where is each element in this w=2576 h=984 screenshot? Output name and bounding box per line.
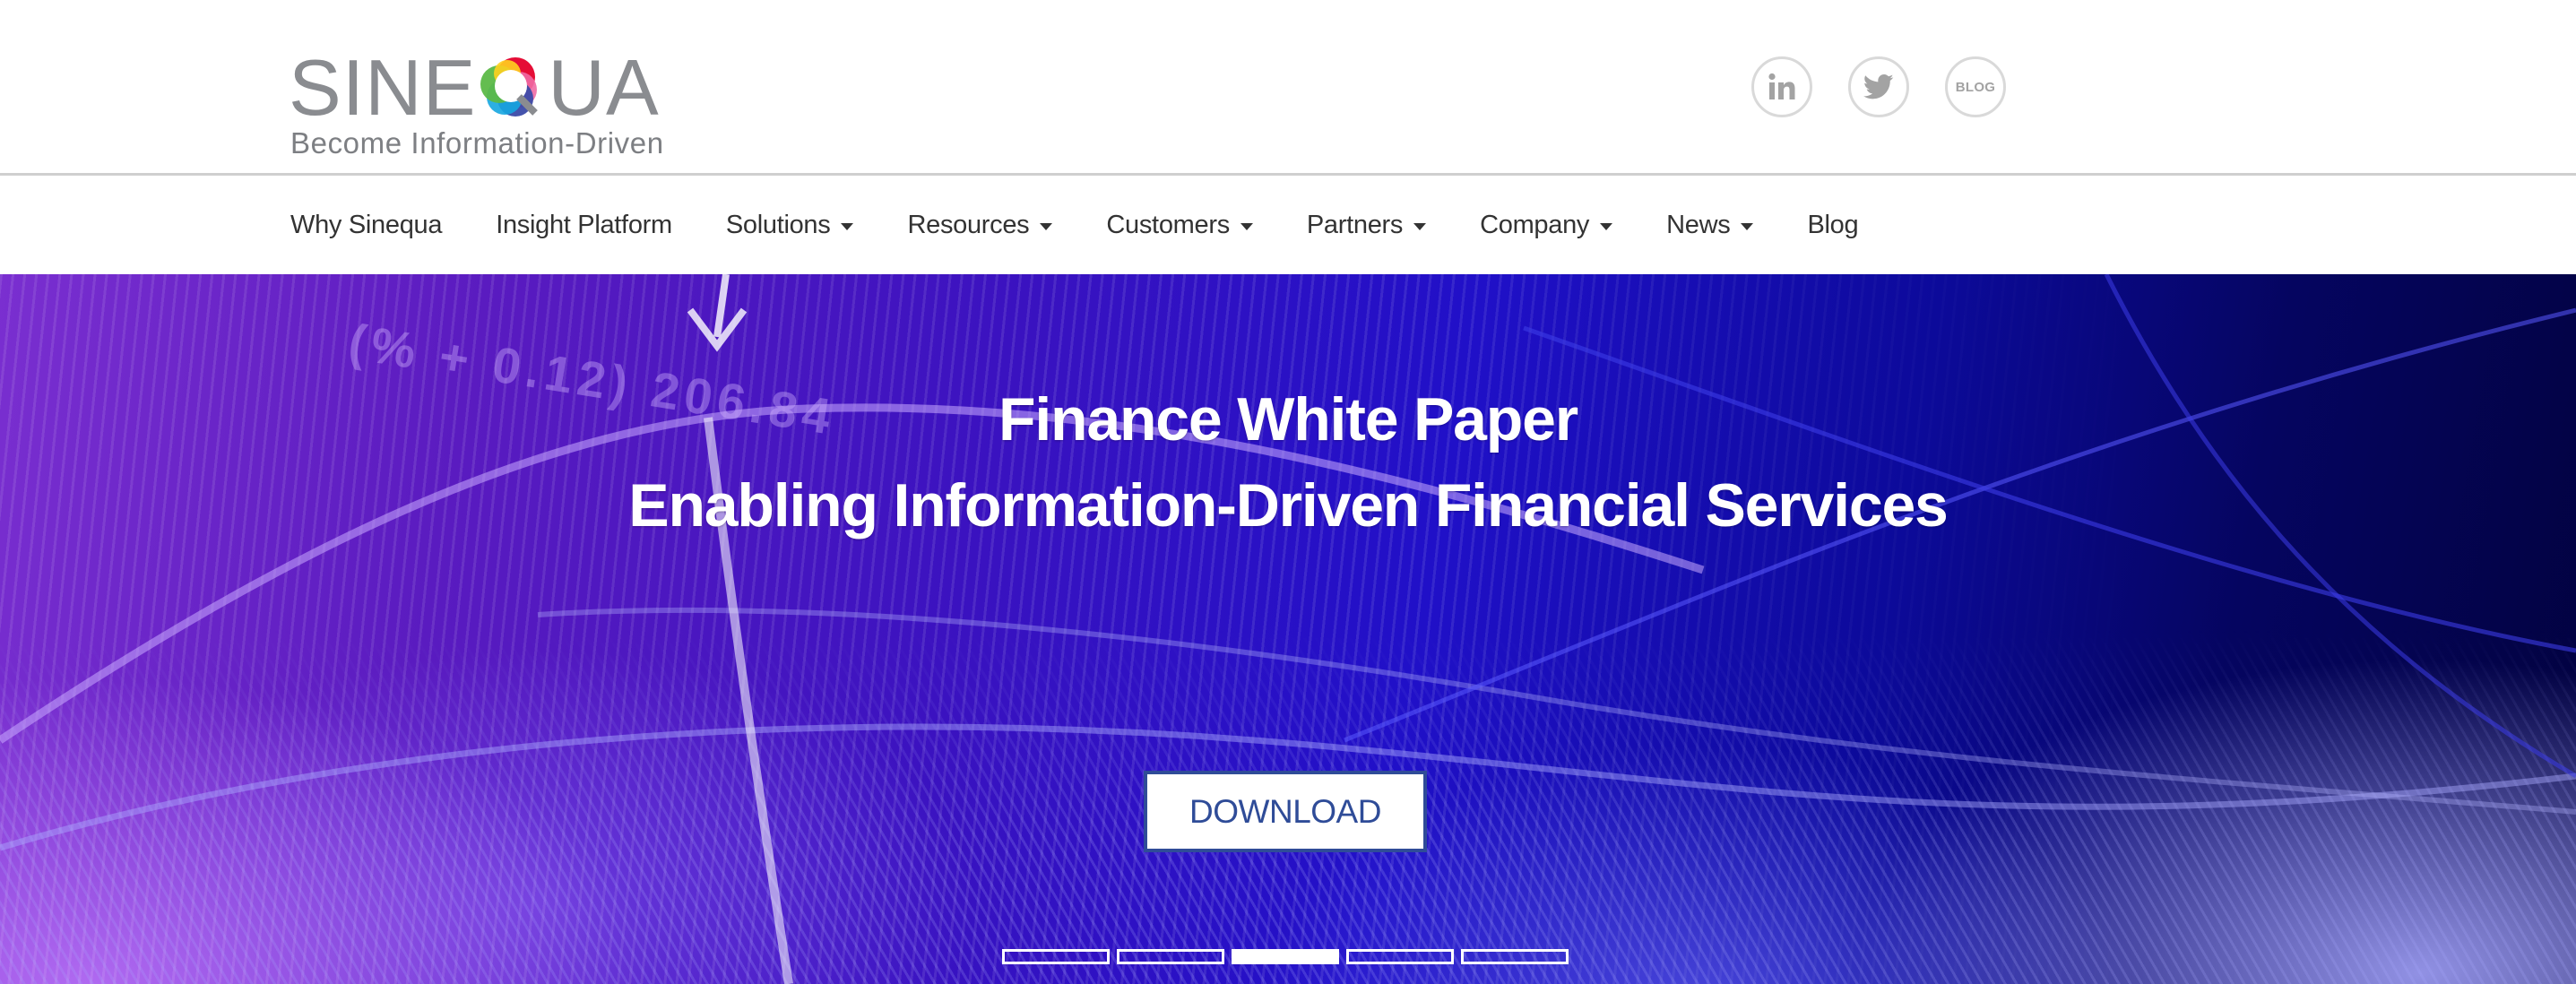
caret-down-icon [1240,222,1253,230]
carousel-indicators [1002,949,1569,964]
caret-down-icon [1741,222,1754,230]
site-header: SINE UA Become Information-Driven BLOG [0,0,2576,174]
caret-down-icon [841,222,854,230]
linkedin-icon [1767,72,1797,102]
nav-item-solutions[interactable]: Solutions [726,211,854,240]
nav-label: Why Sinequa [290,210,443,239]
hero-subtitle: Enabling Information-Driven Financial Se… [628,471,1949,539]
nav-label: Insight Platform [496,210,672,239]
nav-label: Blog [1807,210,1859,239]
caret-down-icon [1600,222,1613,230]
nav-item-customers[interactable]: Customers [1106,211,1253,240]
carousel-indicator-4[interactable] [1346,949,1454,964]
nav-item-news[interactable]: News [1666,210,1754,240]
caret-down-icon [1413,222,1427,230]
blog-link[interactable]: BLOG [1945,56,2006,117]
blog-icon: BLOG [1955,79,1996,95]
nav-item-resources[interactable]: Resources [907,210,1053,240]
nav-label: Company [1480,210,1590,239]
hero-title: Finance White Paper [998,385,1578,453]
nav-item-blog[interactable]: Blog [1807,211,1858,240]
twitter-icon [1863,73,1894,100]
hero-carousel: (% + 0.12) 206.84 Finance White Paper En… [0,274,2576,984]
nav-item-insight-platform[interactable]: Insight Platform [496,211,672,240]
nav-label: Partners [1306,210,1404,239]
carousel-indicator-3[interactable] [1232,949,1339,964]
twitter-link[interactable] [1848,56,1909,117]
carousel-indicator-1[interactable] [1002,949,1110,964]
logo-text-right: UA [548,43,660,132]
logo-wordmark: SINE UA [289,47,660,127]
logo-tagline: Become Information-Driven [290,126,664,160]
caret-down-icon [1040,222,1053,230]
carousel-indicator-2[interactable] [1117,949,1224,964]
nav-label: Resources [907,210,1030,239]
nav-label: Customers [1106,210,1230,239]
main-nav: Why Sinequa Insight Platform Solutions R… [0,176,2576,274]
nav-label: Solutions [725,210,831,239]
nav-item-partners[interactable]: Partners [1306,210,1427,240]
linkedin-link[interactable] [1751,56,1812,117]
download-button[interactable]: DOWNLOAD [1144,771,1427,852]
social-links: BLOG [1751,56,2006,117]
sinequa-logo[interactable]: SINE UA Become Information-Driven [289,47,692,163]
nav-label: News [1666,210,1731,239]
logo-q-icon [478,52,546,120]
logo-text-left: SINE [289,43,477,132]
carousel-indicator-5[interactable] [1461,949,1569,964]
nav-item-why-sinequa[interactable]: Why Sinequa [290,211,442,240]
nav-item-company[interactable]: Company [1480,210,1613,240]
